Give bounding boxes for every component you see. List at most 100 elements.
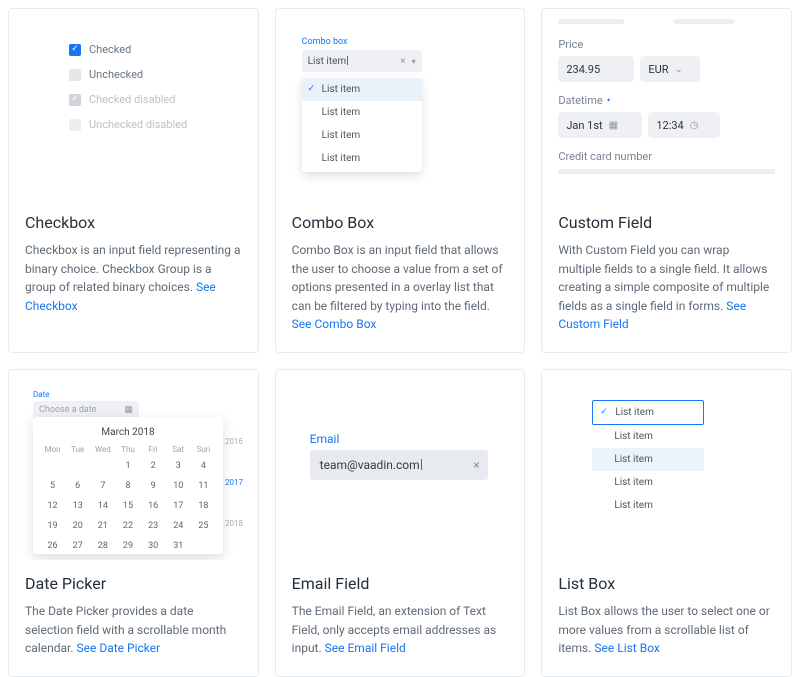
card-custom-field[interactable]: Price 234.95 EUR ⌄ Datetime• Jan 1st (541, 8, 792, 353)
time-field[interactable]: 12:34 ◷ (648, 112, 720, 138)
calendar-day[interactable]: 22 (116, 518, 139, 534)
calendar-day[interactable]: 20 (66, 518, 89, 534)
calendar-dow: Sat (167, 445, 190, 454)
year-scroll[interactable]: 2016 2017 2018 (225, 437, 243, 528)
combo-option[interactable]: List item (302, 124, 422, 147)
list-box[interactable]: List item List item List item List item … (542, 370, 791, 517)
checkbox-icon (69, 119, 81, 131)
see-email-field-link[interactable]: See Email Field (325, 641, 406, 655)
list-item[interactable]: List item (592, 400, 704, 425)
calendar-day[interactable]: 27 (66, 538, 89, 554)
calendar-day[interactable]: 30 (142, 538, 165, 554)
card-title: Email Field (292, 574, 509, 593)
calendar-dow: Wed (91, 445, 114, 454)
list-item[interactable]: List item (592, 425, 704, 448)
calendar-day[interactable]: 12 (41, 498, 64, 514)
date-field[interactable]: Jan 1st ▦ (558, 112, 642, 138)
card-checkbox[interactable]: ✓ Checked Unchecked ✓ Checked disabled U… (8, 8, 259, 353)
checkbox-label: Unchecked (89, 68, 143, 81)
calendar-dow: Tue (66, 445, 89, 454)
calendar-day (91, 458, 114, 474)
calendar-day[interactable]: 31 (167, 538, 190, 554)
calendar-day[interactable]: 7 (91, 478, 114, 494)
combo-option[interactable]: List item (302, 78, 422, 101)
calendar-day[interactable]: 28 (91, 538, 114, 554)
combo-option[interactable]: List item (302, 101, 422, 124)
combo-option[interactable]: List item (302, 147, 422, 170)
email-value: team@vaadin.com (320, 458, 474, 472)
date-placeholder: Choose a date (39, 405, 97, 415)
calendar-day[interactable]: 15 (116, 498, 139, 514)
preview-list-box: List item List item List item List item … (542, 370, 791, 560)
list-item[interactable]: List item (592, 494, 704, 517)
checkbox-unchecked-disabled: Unchecked disabled (69, 118, 258, 131)
placeholder-bar (674, 19, 734, 24)
email-input[interactable]: team@vaadin.com × (310, 450, 488, 480)
placeholder-bar (558, 19, 624, 24)
checkbox-label: Checked (89, 43, 131, 56)
list-item[interactable]: List item (592, 471, 704, 494)
card-title: Checkbox (25, 213, 242, 232)
placeholder-bar (558, 169, 775, 174)
combo-input[interactable]: List item × ▾ (302, 50, 422, 72)
calendar-day[interactable]: 17 (167, 498, 190, 514)
calendar-dow: Thu (116, 445, 139, 454)
calendar-day[interactable]: 4 (192, 458, 215, 474)
calendar-day[interactable]: 10 (167, 478, 190, 494)
checkbox-checked-disabled: ✓ Checked disabled (69, 93, 258, 106)
calendar-day[interactable]: 19 (41, 518, 64, 534)
card-combo-box[interactable]: Combo box List item × ▾ List item List i… (275, 8, 526, 353)
currency-select[interactable]: EUR ⌄ (640, 56, 700, 82)
year-option[interactable]: 2016 (225, 437, 243, 446)
card-desc: The Date Picker provides a date selectio… (25, 602, 242, 658)
checkbox-unchecked[interactable]: Unchecked (69, 68, 258, 81)
calendar-day[interactable]: 29 (116, 538, 139, 554)
calendar-day[interactable]: 11 (192, 478, 215, 494)
calendar-day[interactable]: 3 (167, 458, 190, 474)
calendar-day[interactable]: 25 (192, 518, 215, 534)
calendar-day[interactable]: 6 (66, 478, 89, 494)
combo-label: Combo box (302, 37, 525, 47)
clock-icon: ◷ (690, 120, 699, 131)
card-desc: With Custom Field you can wrap multiple … (558, 241, 775, 334)
calendar-day[interactable]: 16 (142, 498, 165, 514)
calendar-day[interactable]: 5 (41, 478, 64, 494)
checkbox-checked[interactable]: ✓ Checked (69, 43, 258, 56)
calendar-dow: Fri (142, 445, 165, 454)
see-list-box-link[interactable]: See List Box (594, 641, 659, 655)
calendar-dow: Mon (41, 445, 64, 454)
preview-combo: Combo box List item × ▾ List item List i… (276, 9, 525, 199)
chevron-down-icon: ⌄ (675, 64, 683, 75)
calendar-day[interactable]: 26 (41, 538, 64, 554)
price-field[interactable]: 234.95 (558, 56, 634, 82)
checkbox-icon: ✓ (69, 94, 81, 106)
datetime-label: Datetime• (558, 94, 775, 107)
see-date-picker-link[interactable]: See Date Picker (77, 641, 161, 655)
calendar-day[interactable]: 2 (142, 458, 165, 474)
calendar-day[interactable]: 13 (66, 498, 89, 514)
calendar-icon: ▦ (124, 405, 133, 415)
calendar-day[interactable]: 9 (142, 478, 165, 494)
calendar-day[interactable]: 14 (91, 498, 114, 514)
calendar-day (41, 458, 64, 474)
calendar-day[interactable]: 8 (116, 478, 139, 494)
preview-date-picker: Date Choose a date ▦ March 2018 MonTueWe… (9, 370, 258, 560)
calendar-day[interactable]: 21 (91, 518, 114, 534)
list-item[interactable]: List item (592, 448, 704, 471)
year-option[interactable]: 2017 (225, 478, 243, 487)
calendar-day[interactable]: 18 (192, 498, 215, 514)
preview-email-field: Email team@vaadin.com × (276, 370, 525, 560)
card-title: List Box (558, 574, 775, 593)
checkbox-icon (69, 69, 81, 81)
chevron-down-icon[interactable]: ▾ (412, 57, 416, 66)
preview-checkbox: ✓ Checked Unchecked ✓ Checked disabled U… (9, 9, 258, 199)
checkbox-icon: ✓ (69, 44, 81, 56)
year-option[interactable]: 2018 (225, 519, 243, 528)
calendar-day[interactable]: 24 (167, 518, 190, 534)
calendar-day[interactable]: 1 (116, 458, 139, 474)
see-combo-box-link[interactable]: See Combo Box (292, 317, 377, 331)
close-icon[interactable]: × (400, 56, 405, 67)
close-icon[interactable]: × (473, 458, 479, 472)
card-title: Date Picker (25, 574, 242, 593)
calendar-day[interactable]: 23 (142, 518, 165, 534)
